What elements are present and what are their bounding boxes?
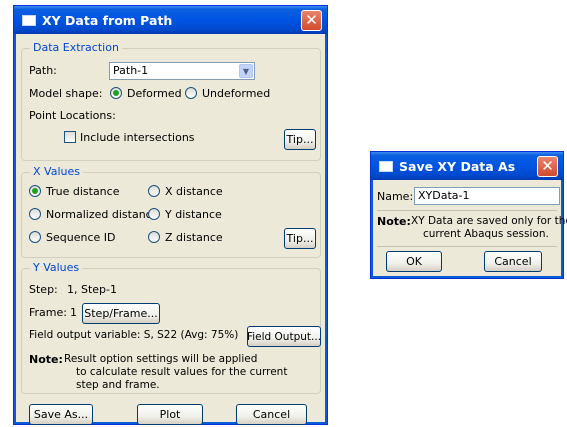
field-output-variable-text: Field output variable: S, S22 (Avg: 75%) (29, 329, 239, 341)
normalized-distance-label: Normalized distance (46, 208, 159, 221)
window-icon (379, 160, 393, 172)
z-distance-radio[interactable]: Z distance (148, 231, 223, 244)
path-select-value: Path-1 (113, 64, 149, 77)
note-line-2: to calculate result values for the curre… (76, 366, 288, 378)
x-values-group: X Values True distance X distance Normal… (21, 165, 321, 258)
undeformed-label: Undeformed (202, 87, 271, 100)
radio-selected-icon[interactable] (29, 185, 41, 197)
main-dialog-title: XY Data from Path (42, 12, 173, 28)
model-shape-label: Model shape: (29, 87, 103, 100)
z-distance-label: Z distance (165, 231, 223, 244)
true-distance-label: True distance (46, 185, 120, 198)
radio-selected-icon[interactable] (110, 87, 122, 99)
window-icon (22, 14, 36, 26)
deformed-radio[interactable]: Deformed (110, 87, 182, 100)
frame-label: Frame: (29, 306, 67, 319)
radio-icon[interactable] (148, 208, 160, 220)
save-cancel-button[interactable]: Cancel (484, 251, 542, 272)
note-label: Note: (29, 353, 63, 366)
divider (377, 246, 557, 247)
radio-icon[interactable] (148, 231, 160, 243)
true-distance-radio[interactable]: True distance (29, 185, 119, 198)
close-icon[interactable]: ✕ (301, 10, 322, 31)
chevron-down-icon[interactable]: ▼ (239, 64, 253, 78)
deformed-label: Deformed (127, 87, 182, 100)
x-distance-label: X distance (165, 185, 223, 198)
x-distance-radio[interactable]: X distance (148, 185, 223, 198)
note-line-1: Result option settings will be applied (64, 353, 258, 365)
radio-icon[interactable] (185, 87, 197, 99)
y-distance-label: Y distance (165, 208, 222, 221)
xy-data-from-path-dialog: XY Data from Path ✕ Data Extraction Path… (13, 5, 328, 425)
plot-button[interactable]: Plot (137, 404, 203, 425)
divider (377, 210, 557, 211)
frame-value: 1 (70, 306, 77, 319)
name-input-value: XYData-1 (418, 189, 470, 202)
y-values-legend: Y Values (30, 261, 83, 274)
y-values-group: Y Values Step: 1, Step-1 Frame: 1 Step/F… (21, 261, 321, 394)
save-note-line-1: XY Data are saved only for the (411, 215, 567, 227)
step-label: Step: (29, 283, 58, 296)
close-icon[interactable]: ✕ (537, 156, 558, 177)
tip-button-extraction[interactable]: Tip... (284, 129, 316, 150)
field-output-button[interactable]: Field Output... (247, 326, 321, 347)
name-input[interactable]: XYData-1 (414, 187, 560, 205)
save-xy-data-as-dialog: Save XY Data As ✕ Name: XYData-1 Note: X… (370, 151, 567, 279)
include-intersections-checkbox[interactable]: Include intersections (64, 131, 195, 144)
point-locations-label: Point Locations: (29, 109, 116, 122)
save-dialog-title-bar[interactable]: Save XY Data As ✕ (371, 152, 563, 180)
tip-button-x-values[interactable]: Tip... (284, 228, 316, 249)
radio-icon[interactable] (29, 208, 41, 220)
radio-icon[interactable] (148, 185, 160, 197)
undeformed-radio[interactable]: Undeformed (185, 87, 270, 100)
path-label: Path: (29, 64, 57, 77)
normalized-distance-radio[interactable]: Normalized distance (29, 208, 159, 221)
checkbox-icon[interactable] (64, 131, 76, 143)
save-dialog-title: Save XY Data As (399, 158, 516, 174)
save-note-line-2: current Abaqus session. (423, 228, 549, 240)
step-value: 1, Step-1 (67, 283, 118, 296)
cancel-button[interactable]: Cancel (236, 404, 307, 425)
save-note-label: Note: (377, 215, 411, 228)
sequence-id-label: Sequence ID (46, 231, 116, 244)
data-extraction-legend: Data Extraction (30, 41, 122, 54)
ok-button[interactable]: OK (386, 251, 442, 272)
save-as-button[interactable]: Save As... (29, 404, 93, 425)
note-line-3: step and frame. (76, 379, 160, 391)
main-dialog-title-bar[interactable]: XY Data from Path ✕ (14, 6, 327, 34)
sequence-id-radio[interactable]: Sequence ID (29, 231, 115, 244)
radio-icon[interactable] (29, 231, 41, 243)
path-select[interactable]: Path-1 ▼ (109, 62, 255, 80)
x-values-legend: X Values (30, 165, 83, 178)
include-intersections-label: Include intersections (80, 131, 195, 144)
step-frame-button[interactable]: Step/Frame... (82, 303, 160, 324)
name-label: Name: (377, 190, 414, 203)
data-extraction-group: Data Extraction Path: Path-1 ▼ Model sha… (21, 41, 321, 161)
y-distance-radio[interactable]: Y distance (148, 208, 222, 221)
